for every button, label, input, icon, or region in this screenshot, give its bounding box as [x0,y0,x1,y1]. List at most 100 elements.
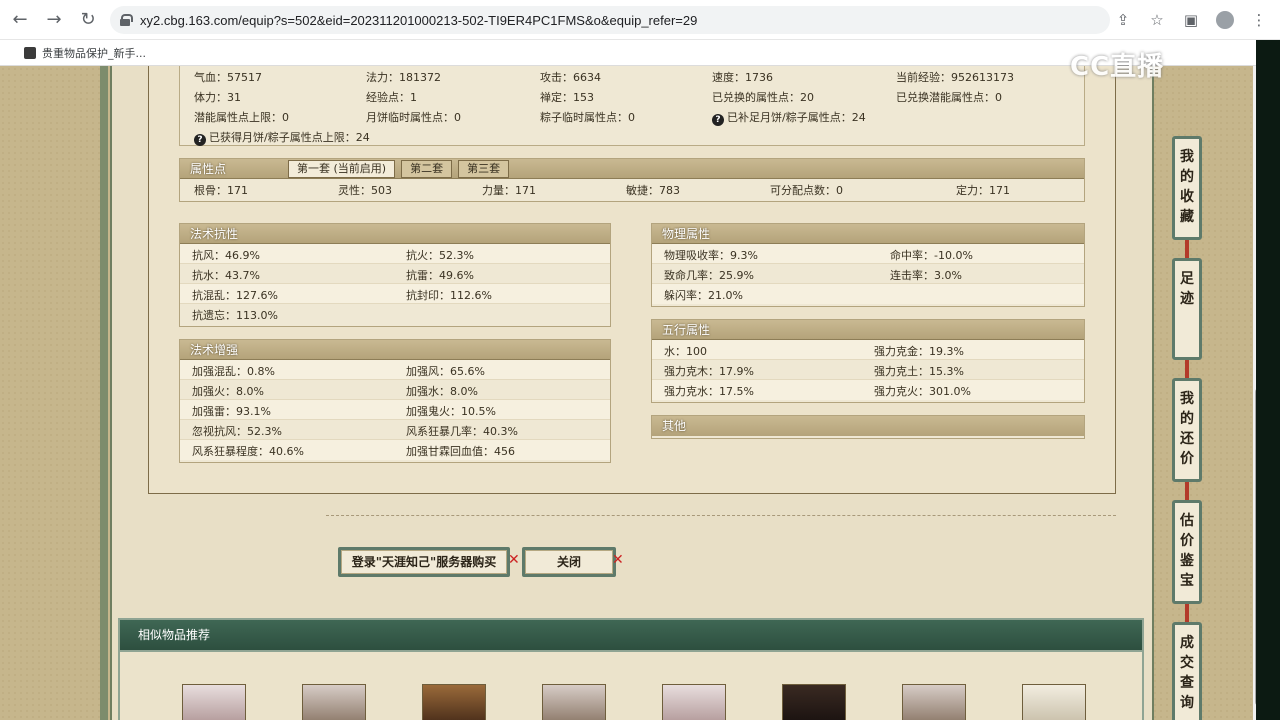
reload-icon[interactable]: ↻ [74,6,102,34]
equip-detail-box: 气血：57517 法力：181372 攻击：6634 速度：1736 当前经验：… [148,66,1116,494]
attr-strength: 力量：171 [482,184,536,197]
profile-icon[interactable] [1212,6,1238,34]
help-icon[interactable]: ? [712,114,724,126]
physical-title: 物理属性 [652,224,1084,244]
bookmark-star-icon[interactable]: ☆ [1144,6,1170,34]
login-buy-button[interactable]: 登录"天涯知己"服务器购买 [338,547,510,577]
close-button[interactable]: 关闭 [522,547,616,577]
sidebar-connector [1185,482,1189,500]
basic-stats-panel: 气血：57517 法力：181372 攻击：6634 速度：1736 当前经验：… [179,66,1085,146]
enhance-value: 风系狂暴程度：40.6% [192,445,304,458]
sidebar-connector [1185,604,1189,622]
divider [326,515,1116,516]
element-value: 水：100 [664,345,707,358]
five-elements-panel: 五行属性 水：100 强力克金：19.3% 强力克木：17.9% 强力克土：15.3… [651,319,1085,403]
similar-item-thumb[interactable] [302,684,366,720]
stat-zongzi-temp: 粽子临时属性点：0 [540,111,635,124]
similar-item-thumb[interactable] [182,684,246,720]
tab-set-2[interactable]: 第二套 [401,160,453,178]
enhance-value: 加强混乱：0.8% [192,365,275,378]
element-value: 强力克金：19.3% [874,345,964,358]
element-value: 强力克木：17.9% [664,365,754,378]
sidebar-item-appraisal[interactable]: 估价鉴宝 [1172,500,1202,604]
resist-title: 法术抗性 [180,224,610,244]
sidebar-connector [1185,240,1189,258]
forward-icon[interactable]: → [40,6,68,34]
back-icon[interactable]: ← [6,6,34,34]
enhance-value: 加强鬼火：10.5% [406,405,496,418]
enhance-panel: 法术增强 加强混乱：0.8% 加强风：65.6% 加强火：8.0% 加强水：8.0%… [179,339,611,463]
stat-mp: 法力：181372 [366,71,441,84]
element-value: 强力克土：15.3% [874,365,964,378]
physical-value: 致命几率：25.9% [664,269,754,282]
help-icon[interactable]: ? [194,134,206,146]
left-border [100,66,108,720]
enhance-value: 加强水：8.0% [406,385,478,398]
physical-value: 躲闪率：21.0% [664,289,743,302]
stat-exchanged-potential: 已兑换潜能属性点：0 [896,91,1002,104]
attr-focus: 定力：171 [956,184,1010,197]
stat-mooncake-temp: 月饼临时属性点：0 [366,111,461,124]
attr-agility: 敏捷：783 [626,184,680,197]
tab-set-3[interactable]: 第三套 [458,160,510,178]
physical-panel: 物理属性 物理吸收率：9.3% 命中率：-10.0% 致命几率：25.9% 连击率：… [651,223,1085,307]
other-panel: 其他 [651,415,1085,439]
lock-icon [120,14,133,26]
five-elements-title: 五行属性 [652,320,1084,340]
similar-item-thumb[interactable] [662,684,726,720]
close-mark-icon: ✕ [508,552,520,568]
sidebar-item-favorites[interactable]: 我的收藏 [1172,136,1202,240]
sidebar-item-counteroffers[interactable]: 我的还价 [1172,378,1202,482]
stat-speed: 速度：1736 [712,71,773,84]
similar-items-area [118,652,1144,720]
tab-set-1[interactable]: 第一套 (当前启用) [288,160,396,178]
enhance-value: 加强风：65.6% [406,365,485,378]
share-icon[interactable]: ⇪ [1110,6,1136,34]
bookmark-item[interactable]: 贵重物品保护_新手... [42,45,146,61]
main-frame: 气血：57517 法力：181372 攻击：6634 速度：1736 当前经验：… [110,66,1154,720]
enhance-value: 加强甘霖回血值：456 [406,445,515,458]
resist-value: 抗混乱：127.6% [192,289,278,302]
physical-value: 物理吸收率：9.3% [664,249,758,262]
menu-icon[interactable]: ⋮ [1246,6,1272,34]
similar-item-thumb[interactable] [542,684,606,720]
side-panel-icon[interactable]: ▣ [1178,6,1204,34]
similar-items-header: 相似物品推荐 [118,618,1144,652]
sidebar-item-deals[interactable]: 成交查询 [1172,622,1202,720]
close-mark-icon: ✕ [612,552,624,568]
similar-item-thumb[interactable] [422,684,486,720]
element-value: 强力克水：17.5% [664,385,754,398]
enhance-value: 加强火：8.0% [192,385,264,398]
stat-stamina: 体力：31 [194,91,241,104]
stat-hp: 气血：57517 [194,71,262,84]
enhance-value: 风系狂暴几率：40.3% [406,425,518,438]
enhance-value: 加强雷：93.1% [192,405,271,418]
resist-value: 抗遗忘：113.0% [192,309,278,322]
attr-spirit: 灵性：503 [338,184,392,197]
stat-attack: 攻击：6634 [540,71,601,84]
resist-value: 抗雷：49.6% [406,269,474,282]
enhance-title: 法术增强 [180,340,610,360]
resist-value: 抗火：52.3% [406,249,474,262]
attr-points-panel: 属性点 第一套 (当前启用) 第二套 第三套 根骨：171 灵性：503 力量：… [179,158,1085,202]
watermark-logo: CC直播 [1070,52,1165,82]
similar-item-thumb[interactable] [782,684,846,720]
sidebar-item-footprints[interactable]: 足迹 [1172,258,1202,360]
resist-panel: 法术抗性 抗风：46.9% 抗火：52.3% 抗水：43.7% 抗雷：49.6% 抗… [179,223,611,327]
resist-value: 抗水：43.7% [192,269,260,282]
background-window-strip [1256,40,1280,720]
attr-constitution: 根骨：171 [194,184,248,197]
sidebar-connector [1185,360,1189,378]
stat-zen: 禅定：153 [540,91,594,104]
similar-item-thumb[interactable] [902,684,966,720]
address-bar[interactable]: xy2.cbg.163.com/equip?s=502&eid=20231120… [110,6,1110,34]
resist-value: 抗风：46.9% [192,249,260,262]
stat-potential-cap: 潜能属性点上限：0 [194,111,289,124]
bookmark-favicon-icon [24,46,36,59]
url-text: xy2.cbg.163.com/equip?s=502&eid=20231120… [140,12,698,28]
resist-value: 抗封印：112.6% [406,289,492,302]
stat-points-cap: ? 已获得月饼/粽子属性点上限：24 [194,129,370,146]
similar-item-thumb[interactable] [1022,684,1086,720]
stat-exp-points: 经验点：1 [366,91,417,104]
other-title: 其他 [652,416,1084,436]
